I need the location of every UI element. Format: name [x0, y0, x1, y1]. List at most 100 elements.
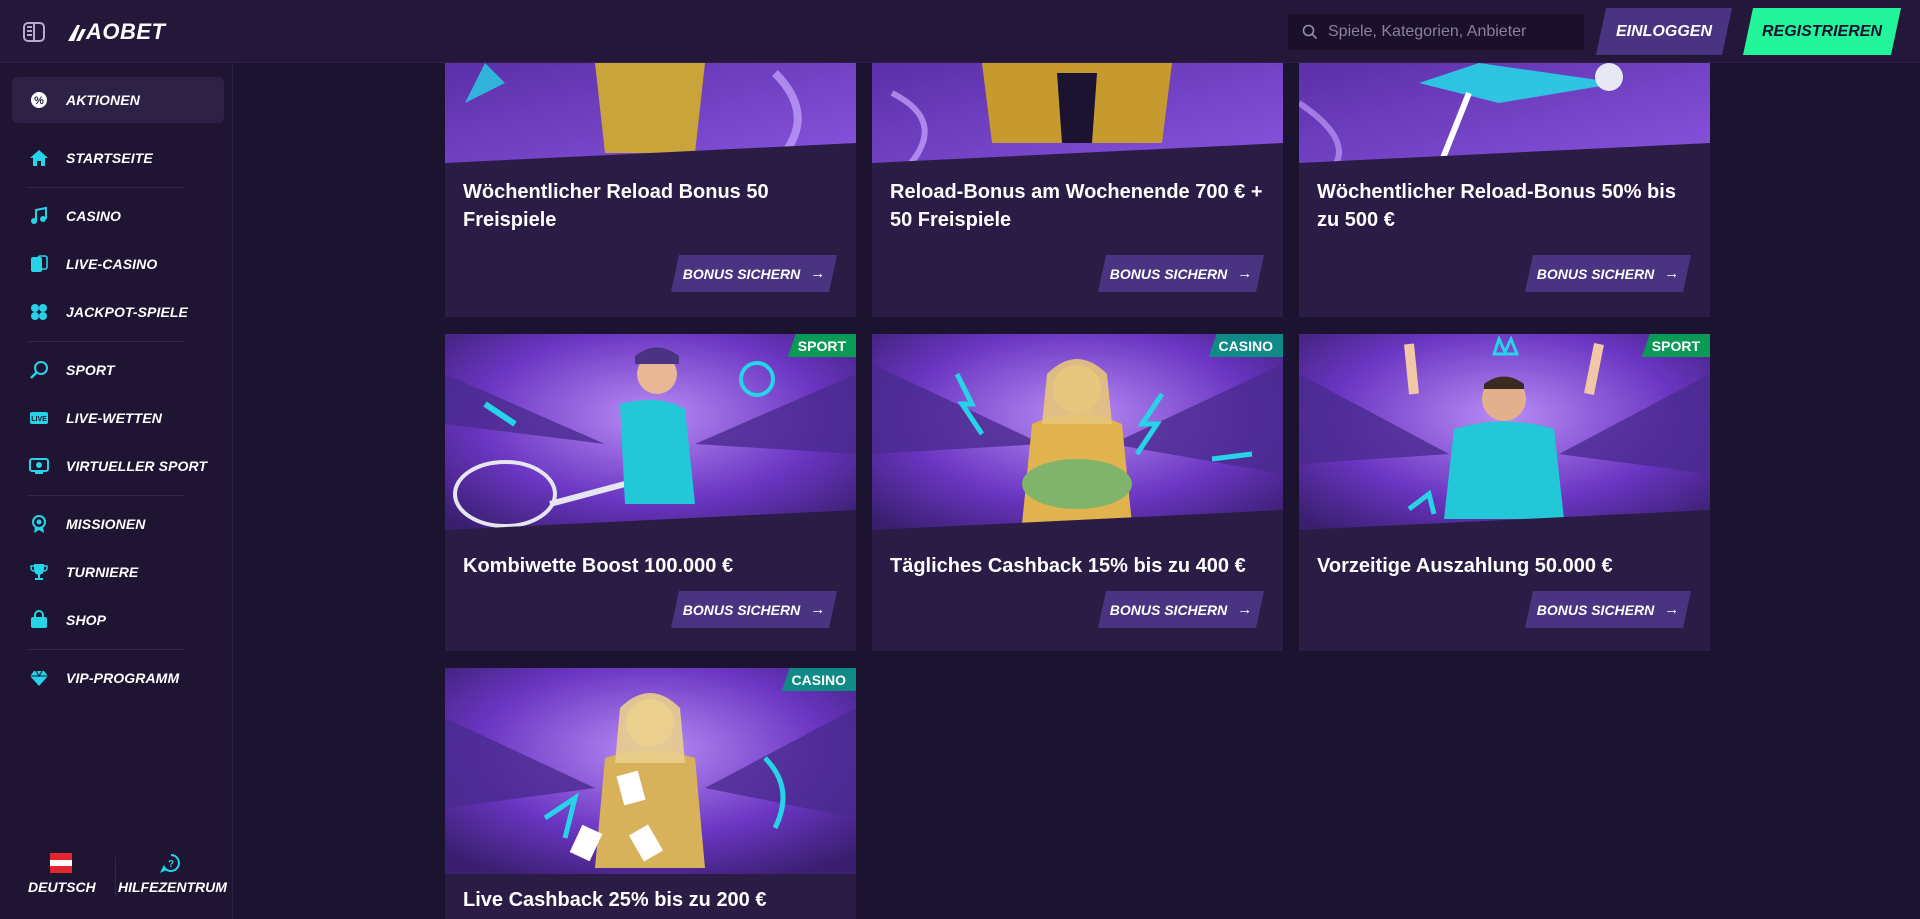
login-button[interactable]: EINLOGGEN [1596, 8, 1732, 55]
bonus-button[interactable]: BONUS SICHERN → [1098, 591, 1264, 628]
category-tag: CASINO [781, 668, 856, 691]
arrow-right-icon: → [810, 601, 826, 618]
footer-divider [115, 857, 116, 897]
sidebar-item-label: SPORT [66, 362, 115, 378]
logo[interactable]: AOBET [68, 19, 166, 45]
promo-image [872, 63, 1283, 173]
bonus-button-label: BONUS SICHERN [682, 265, 801, 282]
language-selector[interactable]: DEUTSCH [28, 853, 96, 895]
promo-card[interactable]: CASINO Live Cashback 25% bis zu 200 € [445, 668, 856, 919]
language-label: DEUTSCH [28, 879, 96, 895]
bonus-button[interactable]: BONUS SICHERN → [1525, 255, 1691, 292]
live-badge-icon: LIVE [28, 407, 50, 429]
sidebar-item-live-wetten[interactable]: LIVE LIVE-WETTEN [12, 395, 224, 441]
sidebar: % AKTIONEN STARTSEITE CASINO LIVE-CASINO… [0, 63, 233, 919]
sidebar-item-startseite[interactable]: STARTSEITE [12, 135, 224, 181]
promo-image [445, 63, 856, 173]
sidebar-item-live-casino[interactable]: LIVE-CASINO [12, 241, 224, 287]
bonus-button-label: BONUS SICHERN [1109, 265, 1228, 282]
bonus-button[interactable]: BONUS SICHERN → [1525, 591, 1691, 628]
bonus-button-label: BONUS SICHERN [682, 601, 801, 618]
search-input[interactable] [1328, 23, 1568, 41]
register-button[interactable]: REGISTRIEREN [1743, 8, 1901, 55]
sidebar-divider [28, 495, 184, 496]
promo-title: Reload-Bonus am Wochenende 700 € + 50 Fr… [890, 181, 1263, 231]
category-tag: SPORT [1641, 334, 1710, 357]
top-header: AOBET EINLOGGEN REGISTRIEREN [0, 0, 1920, 63]
sidebar-item-label: VIP-PROGRAMM [66, 670, 180, 686]
logo-mark-icon [68, 25, 86, 41]
bonus-button-label: BONUS SICHERN [1109, 601, 1228, 618]
promo-card[interactable]: Wöchentlicher Reload Bonus 50 Freispiele… [445, 63, 856, 317]
arrow-right-icon: → [810, 265, 826, 282]
category-tag: CASINO [1208, 334, 1283, 357]
sidebar-item-label: MISSIONEN [66, 516, 146, 532]
sidebar-item-label: STARTSEITE [66, 150, 153, 166]
sidebar-item-vip-programm[interactable]: VIP-PROGRAMM [12, 655, 224, 701]
sidebar-item-label: LIVE-CASINO [66, 256, 158, 272]
promo-title: Kombiwette Boost 100.000 € [463, 555, 734, 577]
bonus-button[interactable]: BONUS SICHERN → [1098, 255, 1264, 292]
medal-icon [28, 513, 50, 535]
sidebar-toggle-icon[interactable] [22, 20, 46, 44]
promo-image [1299, 63, 1710, 173]
sidebar-item-turniere[interactable]: TURNIERE [12, 549, 224, 595]
sport-icon [28, 359, 50, 381]
promo-image [445, 668, 856, 874]
diamond-icon [28, 667, 50, 689]
bonus-button[interactable]: BONUS SICHERN → [671, 591, 837, 628]
virtual-sport-icon [28, 455, 50, 477]
sidebar-footer: DEUTSCH ? HILFEZENTRUM [0, 853, 233, 913]
sidebar-item-label: VIRTUELLER SPORT [66, 458, 208, 474]
promo-card[interactable]: SPORT Kombiwette Boost 100.000 € BONUS S… [445, 334, 856, 651]
category-tag: SPORT [787, 334, 856, 357]
help-label: HILFEZENTRUM [118, 879, 227, 895]
sidebar-divider [28, 341, 184, 342]
home-icon [28, 147, 50, 169]
promo-card[interactable]: CASINO Tägliches Cashback 15% bis zu 400… [872, 334, 1283, 651]
arrow-right-icon: → [1664, 265, 1680, 282]
sidebar-divider [28, 649, 184, 650]
sidebar-item-aktionen[interactable]: % AKTIONEN [12, 77, 224, 123]
promotions-icon: % [28, 89, 50, 111]
promo-card[interactable]: Wöchentlicher Reload-Bonus 50% bis zu 50… [1299, 63, 1710, 317]
sidebar-item-missionen[interactable]: MISSIONEN [12, 501, 224, 547]
help-center-link[interactable]: ? HILFEZENTRUM [118, 853, 227, 895]
svg-text:LIVE: LIVE [31, 416, 47, 423]
arrow-right-icon: → [1237, 265, 1253, 282]
sidebar-item-jackpot[interactable]: JACKPOT-SPIELE [12, 289, 224, 335]
arrow-right-icon: → [1664, 601, 1680, 618]
promo-card[interactable]: SPORT Vorzeitige Auszahlung 50.000 € BON… [1299, 334, 1710, 651]
promo-image [1299, 334, 1710, 540]
sidebar-item-label: CASINO [66, 208, 122, 224]
bonus-button-label: BONUS SICHERN [1536, 265, 1655, 282]
svg-text:?: ? [168, 859, 174, 870]
help-icon: ? [159, 853, 182, 873]
promo-title: Live Cashback 25% bis zu 200 € [463, 889, 767, 911]
promo-title: Tägliches Cashback 15% bis zu 400 € [890, 555, 1246, 577]
promo-image [872, 334, 1283, 540]
sidebar-item-label: TURNIERE [66, 564, 139, 580]
sidebar-item-label: SHOP [66, 612, 107, 628]
austria-flag-icon [50, 853, 72, 874]
svg-text:%: % [34, 95, 44, 107]
promo-title: Vorzeitige Auszahlung 50.000 € [1317, 555, 1613, 577]
promo-card[interactable]: Reload-Bonus am Wochenende 700 € + 50 Fr… [872, 63, 1283, 317]
sidebar-item-label: AKTIONEN [66, 92, 140, 108]
logo-text: AOBET [86, 19, 166, 44]
search-box[interactable] [1288, 14, 1584, 50]
search-icon [1302, 24, 1318, 40]
sidebar-item-casino[interactable]: CASINO [12, 193, 224, 239]
sidebar-item-shop[interactable]: SHOP [12, 597, 224, 643]
sidebar-item-sport[interactable]: SPORT [12, 347, 224, 393]
shopping-bag-icon [28, 609, 50, 631]
promo-title: Wöchentlicher Reload-Bonus 50% bis zu 50… [1317, 181, 1676, 231]
bonus-button[interactable]: BONUS SICHERN → [671, 255, 837, 292]
clover-icon [28, 301, 50, 323]
bonus-button-label: BONUS SICHERN [1536, 601, 1655, 618]
arrow-right-icon: → [1237, 601, 1253, 618]
sidebar-item-virtueller-sport[interactable]: VIRTUELLER SPORT [12, 443, 224, 489]
trophy-icon [28, 561, 50, 583]
sidebar-divider [28, 187, 184, 188]
casino-icon [28, 205, 50, 227]
